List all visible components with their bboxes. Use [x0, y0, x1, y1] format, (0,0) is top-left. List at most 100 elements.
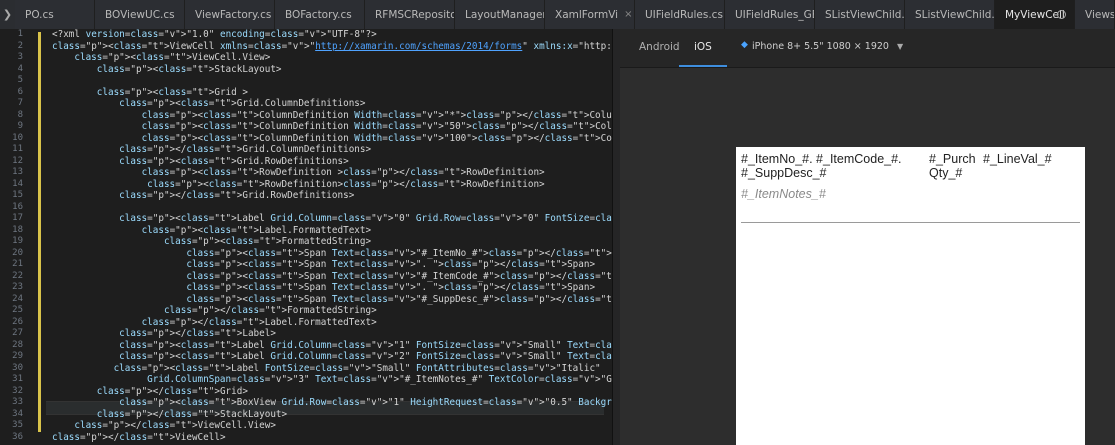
tab-label: XamlFormVi: [555, 8, 619, 21]
tab-label: BOFactory.cs: [285, 8, 352, 21]
line-number: 23: [12, 282, 23, 292]
tab-label: UIFieldRules.cs: [645, 8, 723, 21]
code-line: class="p"><class="t">Label Grid.Column=c…: [119, 351, 612, 362]
line-number: 22: [12, 270, 23, 281]
code-line: class="p"><class="t">Span Text=class="v"…: [186, 282, 596, 293]
line-number: 24: [12, 293, 23, 304]
line-number: 27: [12, 328, 23, 338]
line-number: 20: [12, 247, 23, 258]
code-line: class="p"><class="t">Grid >: [96, 86, 248, 98]
line-number: 18: [12, 224, 23, 235]
code-line: class="p"></class="t">Grid.ColumnDefinit…: [119, 144, 372, 155]
line-number: 11: [12, 144, 23, 154]
line-number: 13: [12, 167, 23, 177]
line-number: 21: [12, 259, 23, 269]
code-line: class="p"></class="t">Label>: [119, 328, 276, 339]
tab-layoutmanager[interactable]: LayoutManager: [455, 0, 545, 29]
code-line: class="p"><class="t">ColumnDefinition Wi…: [141, 121, 612, 132]
code-line: class="p"><class="t">RowDefinition >clas…: [141, 167, 545, 178]
line-number: 6: [17, 86, 23, 97]
code-editor[interactable]: 1 2 3 4 5 6 7 8 9 10 11 12 13 14 15 16 17 18 19 20 21 22 23 24 2…: [0, 29, 612, 445]
line-number: 5: [17, 75, 23, 85]
tab-viewfactory-cs[interactable]: ViewFactory.cs: [185, 0, 275, 29]
line-number: 1: [17, 29, 23, 39]
tab-android[interactable]: Android: [639, 29, 680, 67]
code-line: class="p"></class="t">StackLayout>: [96, 408, 288, 420]
tab-views[interactable]: Views.: [1075, 0, 1115, 29]
xaml-previewer: Android iOS ◆ iPhone 8+ 5.5" 1080 × 1920…: [620, 29, 1115, 445]
line-number: 36: [12, 431, 23, 442]
purch-qty-line2: Qty_#: [929, 166, 963, 180]
code-line: class="p"><class="t">Span Text=class="v"…: [186, 293, 612, 305]
code-line: class="p"><class="t">RowDefinition>class…: [147, 178, 545, 190]
line-number: 14: [12, 178, 23, 189]
line-number: 35: [12, 420, 23, 430]
code-line: class="p"><class="t">Label Grid.Column=c…: [119, 213, 612, 224]
line-number: 30: [12, 362, 23, 373]
code-line: class="p"><class="t">ViewCell xmlns=clas…: [52, 40, 612, 52]
line-number: 28: [12, 339, 23, 350]
tab-boviewuc-cs[interactable]: BOViewUC.cs: [95, 0, 185, 29]
line-number: 2: [17, 40, 23, 51]
code-line: class="p"><class="t">Span Text=class="v"…: [186, 270, 612, 282]
tab-myviewcell[interactable]: MyViewCell: [995, 0, 1075, 29]
code-line: class="p"><class="t">Label Grid.Column=c…: [119, 339, 612, 351]
code-line: class="p"><class="t">ColumnDefinition Wi…: [141, 109, 612, 121]
item-header-line1: #_ItemNo_#. #_ItemCode_#.: [741, 152, 902, 166]
line-number: 29: [12, 351, 23, 361]
tab-label: UIFieldRules_GE: [735, 8, 815, 21]
code-line: <?xml version=class="v">"1.0" encoding=c…: [52, 29, 377, 40]
line-number: 9: [17, 121, 23, 131]
tab-uifieldrules-ge[interactable]: UIFieldRules_GE: [725, 0, 815, 29]
item-header-line2: #_SuppDesc_#: [741, 166, 827, 180]
code-line: class="p"></class="t">FormattedString>: [163, 305, 377, 316]
close-icon[interactable]: ×: [624, 9, 632, 20]
tab-label: RFMSCReposito: [375, 8, 455, 21]
line-number: 31: [12, 374, 23, 384]
tab-xamlformvi[interactable]: XamlFormVi ×: [545, 0, 635, 29]
line-number: 25: [12, 305, 23, 315]
tab-label: SListViewChild.: [825, 8, 905, 21]
purch-qty-line1: #_Purch: [929, 152, 976, 166]
code-line: class="p"><class="t">Label FontSize=clas…: [113, 362, 612, 374]
code-line: class="p"><class="t">ViewCell.View>: [74, 52, 271, 63]
code-line: class="p"><class="t">Label.FormattedText…: [141, 224, 372, 236]
chevron-right-icon[interactable]: ❯: [0, 0, 15, 29]
line-number: 26: [12, 316, 23, 327]
device-label: iPhone 8+ 5.5" 1080 × 1920: [752, 41, 889, 52]
device-selector[interactable]: ◆ iPhone 8+ 5.5" 1080 × 1920 ▼: [741, 29, 904, 67]
tab-uifieldrules-cs[interactable]: UIFieldRules.cs: [635, 0, 725, 29]
line-number: 15: [12, 190, 23, 200]
line-number: 16: [12, 201, 23, 212]
tab-rfmscreposito[interactable]: RFMSCReposito: [365, 0, 455, 29]
line-number: 19: [12, 236, 23, 246]
line-number: 33: [12, 397, 23, 407]
code-line: class="p"><class="t">StackLayout>: [96, 63, 282, 75]
tab-slistviewchild[interactable]: SListViewChild.: [905, 0, 995, 29]
tab-po-cs[interactable]: PO.cs: [15, 0, 95, 29]
tab-ios[interactable]: iOS: [679, 29, 727, 67]
line-value-label: #_LineVal_#: [983, 152, 1052, 166]
line-number: 7: [17, 98, 23, 108]
line-number: 8: [17, 109, 23, 120]
tab-bofactory-cs[interactable]: BOFactory.cs: [275, 0, 365, 29]
tab-label: Views.: [1085, 8, 1115, 21]
line-number: 4: [17, 63, 23, 74]
code-line: class="p"><class="t">Span Text=class="v"…: [186, 247, 612, 259]
code-line: class="p"></class="t">ViewCell.View>: [74, 420, 276, 431]
line-number: 17: [12, 213, 23, 223]
separator-boxview: [741, 222, 1080, 223]
tab-label: LayoutManager: [465, 8, 545, 21]
item-notes-label: #_ItemNotes_#: [741, 187, 826, 201]
tab-label: BOViewUC.cs: [105, 8, 175, 21]
code-line: class="p"><class="t">BoxView Grid.Row=cl…: [119, 397, 612, 408]
line-number: 3: [17, 52, 23, 62]
code-line: class="p"><class="t">Grid.ColumnDefiniti…: [119, 98, 366, 109]
code-line: Grid.ColumnSpan=class="v">"3" Text=class…: [147, 374, 612, 385]
dropdown-caret-icon: ▼: [896, 42, 904, 51]
pin-icon: ◆: [741, 40, 748, 50]
tab-slistviewchild[interactable]: SListViewChild.: [815, 0, 905, 29]
line-number: 12: [12, 155, 23, 166]
modified-lines-indicator: [38, 32, 41, 432]
unsaved-dot-icon[interactable]: [1057, 10, 1066, 19]
